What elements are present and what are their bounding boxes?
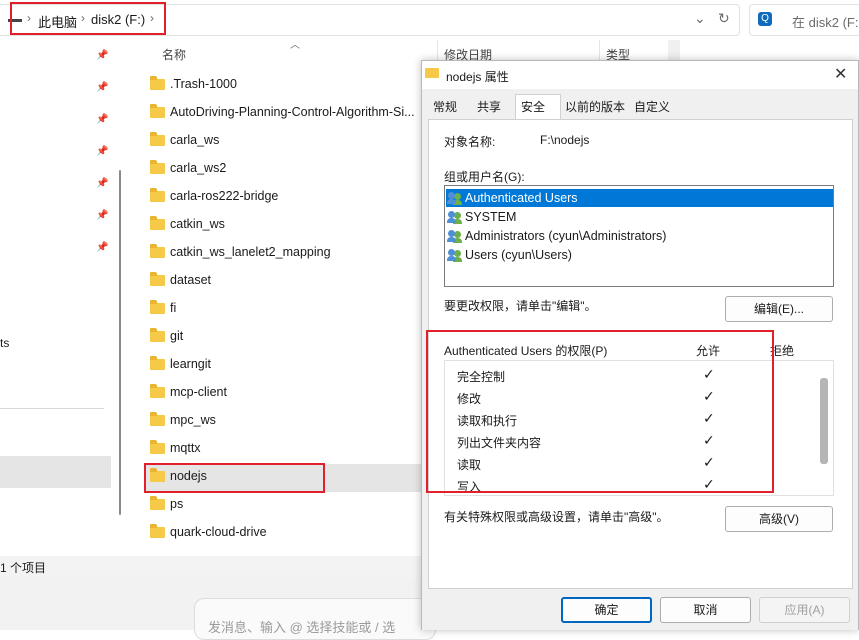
folder-icon [150,216,165,230]
pin-icon[interactable]: 📌 [96,210,108,221]
file-name: carla_ws [170,133,220,147]
user-group-icon [447,249,463,262]
folder-icon [150,356,165,370]
cancel-button[interactable]: 取消 [660,597,751,623]
folder-icon [150,384,165,398]
file-name: learngit [170,357,211,371]
folder-icon [150,412,165,426]
user-group-icon [447,230,463,243]
file-name: quark-cloud-drive [170,525,267,539]
tab-sharing[interactable]: 共享 [477,96,501,118]
folder-icon [150,244,165,258]
tab-security[interactable]: 安全 [521,96,545,118]
file-row[interactable]: quark-cloud-drive [145,520,421,546]
file-row[interactable]: learngit [145,352,421,378]
pin-icon[interactable]: 📌 [96,114,108,125]
folder-icon [150,272,165,286]
tab-customize[interactable]: 自定义 [634,96,670,118]
file-row[interactable]: carla-ros222-bridge [145,184,421,210]
nav-divider [0,408,104,409]
file-name: mpc_ws [170,413,216,427]
file-name: catkin_ws_lanelet2_mapping [170,245,331,259]
user-list-item[interactable]: Users (cyun\Users) [465,248,572,262]
tab-previous-versions[interactable]: 以前的版本 [565,96,625,118]
nodejs-highlight-box [144,463,325,493]
file-row[interactable]: AutoDriving-Planning-Control-Algorithm-S… [145,100,421,126]
folder-icon [150,132,165,146]
pin-icon[interactable]: 📌 [96,242,108,253]
file-row[interactable]: .Trash-1000 [145,72,421,98]
tab-general[interactable]: 常规 [433,96,457,118]
file-row[interactable]: carla_ws [145,128,421,154]
file-name: mqttx [170,441,201,455]
folder-icon [150,328,165,342]
user-list-item[interactable]: Authenticated Users [465,191,578,205]
object-name-label: 对象名称: [444,135,496,149]
pin-icon[interactable]: 📌 [96,50,108,61]
folder-icon [150,440,165,454]
dialog-title: nodejs 属性 [446,70,509,84]
file-name: .Trash-1000 [170,77,237,91]
file-name: carla-ros222-bridge [170,189,279,203]
pin-icon[interactable]: 📌 [96,178,108,189]
file-row[interactable]: catkin_ws_lanelet2_mapping [145,240,421,266]
file-row[interactable]: catkin_ws [145,212,421,238]
file-name: dataset [170,273,212,287]
permissions-highlight-box [426,330,774,493]
apply-button[interactable]: 应用(A) [759,597,850,623]
ok-button[interactable]: 确定 [561,597,652,623]
pin-icon[interactable]: 📌 [96,146,108,157]
chevron-down-icon[interactable]: ⌄ [694,10,706,27]
object-name-value: F:\nodejs [540,133,590,147]
permissions-scrollbar[interactable] [820,378,828,464]
folder-icon [150,524,165,538]
user-list-item[interactable]: SYSTEM [465,210,516,224]
advanced-button[interactable]: 高级(V) [725,506,833,532]
status-bar [0,556,421,578]
nav-item-selected[interactable] [0,456,111,488]
status-item-count: 1 个项目 [0,561,47,575]
search-input[interactable]: 在 disk2 (F: [792,12,858,31]
folder-icon [150,300,165,314]
user-list-item[interactable]: Administrators (cyun\Administrators) [465,229,666,243]
search-icon: Q [758,12,772,26]
groups-users-label: 组或用户名(G): [444,170,525,184]
file-name: catkin_ws [170,217,225,231]
chat-input-placeholder: 发消息、输入 @ 选择技能或 / 选 [208,620,396,635]
address-highlight-box [10,2,166,35]
user-group-icon [447,211,463,224]
file-row[interactable]: git [145,324,421,350]
file-row[interactable]: mpc_ws [145,408,421,434]
advanced-settings-hint: 有关特殊权限或高级设置，请单击"高级"。 [444,510,669,524]
file-row[interactable]: mcp-client [145,380,421,406]
nav-scrollbar[interactable] [119,170,121,515]
sort-up-icon: ︿ [290,40,300,51]
file-name: fi [170,301,177,315]
pin-icon[interactable]: 📌 [96,82,108,93]
close-icon[interactable]: ✕ [834,64,847,84]
nav-item-partial[interactable]: ts [0,336,9,350]
change-permissions-hint: 要更改权限，请单击"编辑"。 [444,299,597,313]
refresh-icon[interactable]: ↻ [718,10,730,27]
user-group-icon [447,192,463,205]
edit-button[interactable]: 编辑(E)... [725,296,833,322]
folder-icon [150,104,165,118]
file-row[interactable]: dataset [145,268,421,294]
folder-icon [150,76,165,90]
folder-icon [150,188,165,202]
file-row[interactable]: ps [145,492,421,518]
file-name: ps [170,497,184,511]
folder-icon [150,496,165,510]
file-row[interactable]: carla_ws2 [145,156,421,182]
folder-icon [425,68,439,78]
file-name: mcp-client [170,385,227,399]
column-header-name[interactable]: 名称 [162,46,186,63]
file-row[interactable]: mqttx [145,436,421,462]
file-name: carla_ws2 [170,161,227,175]
file-row[interactable]: fi [145,296,421,322]
file-name: AutoDriving-Planning-Control-Algorithm-S… [170,105,415,119]
folder-icon [150,160,165,174]
file-name: git [170,329,184,343]
